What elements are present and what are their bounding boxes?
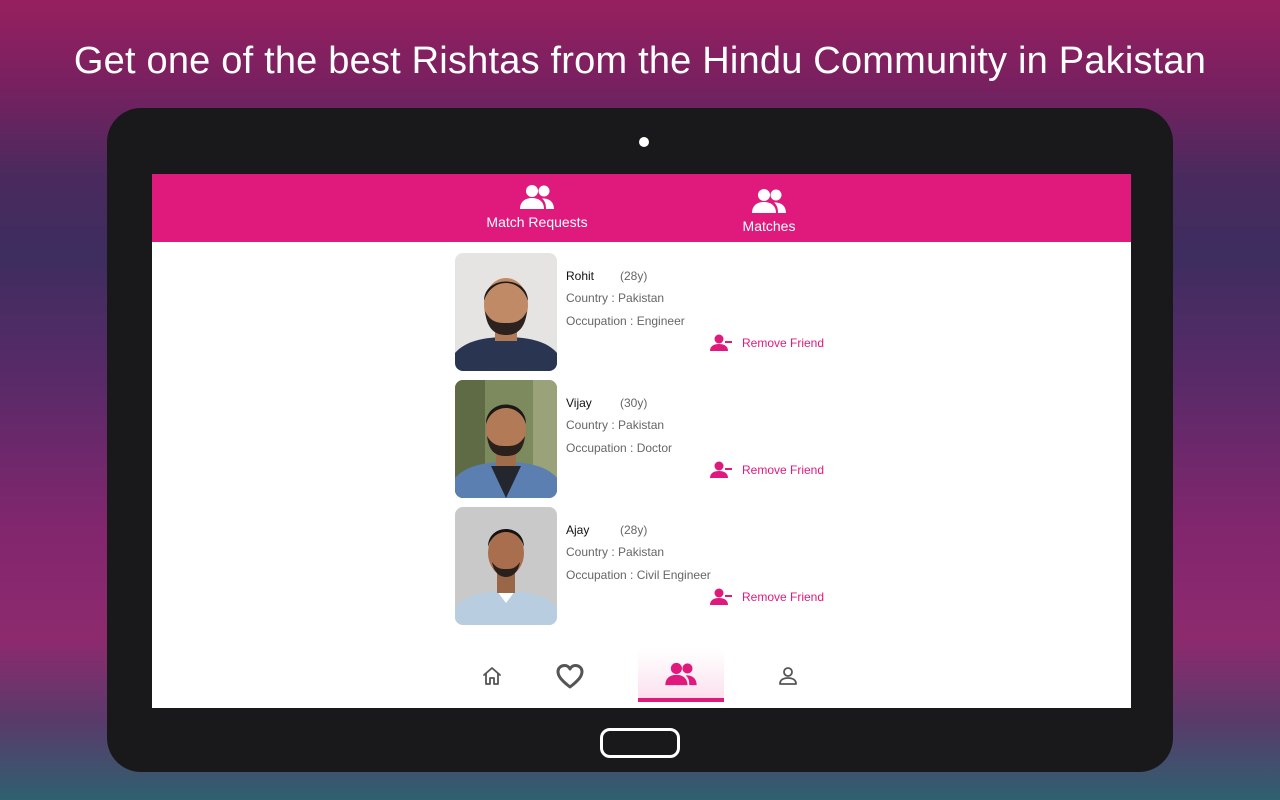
match-card[interactable]: Ajay (28y) Country : Pakistan Occupation… xyxy=(455,507,875,625)
match-age: (28y) xyxy=(620,269,648,283)
match-occupation: Occupation : Engineer xyxy=(566,314,685,328)
match-name: Rohit xyxy=(566,269,595,283)
tab-label: Matches xyxy=(742,218,796,234)
match-card[interactable]: Vijay (30y) Country : Pakistan Occupatio… xyxy=(455,380,875,498)
tablet-home-button xyxy=(600,728,680,758)
heart-icon xyxy=(556,664,584,689)
remove-person-icon xyxy=(710,461,732,478)
nav-matches[interactable] xyxy=(638,650,724,702)
tablet-frame: Match Requests Matches Rohit (28y) Count… xyxy=(107,108,1173,772)
remove-friend-label: Remove Friend xyxy=(742,336,825,350)
app-screen: Match Requests Matches Rohit (28y) Count… xyxy=(152,174,1131,708)
remove-friend-label: Remove Friend xyxy=(742,463,825,477)
group-icon xyxy=(520,185,554,209)
tab-label: Match Requests xyxy=(486,214,588,230)
remove-friend-button[interactable]: Remove Friend xyxy=(710,586,824,608)
top-tab-bar: Match Requests Matches xyxy=(152,174,1131,242)
match-country: Country : Pakistan xyxy=(566,291,665,305)
nav-favorites[interactable] xyxy=(550,658,590,694)
group-icon xyxy=(665,662,697,686)
match-country: Country : Pakistan xyxy=(566,418,665,432)
profile-photo[interactable] xyxy=(455,253,557,371)
profile-photo[interactable] xyxy=(455,507,557,625)
remove-friend-button[interactable]: Remove Friend xyxy=(710,332,824,354)
person-icon xyxy=(779,667,797,685)
match-occupation: Occupation : Civil Engineer xyxy=(566,568,711,582)
match-name: Ajay xyxy=(566,523,590,537)
profile-photo[interactable] xyxy=(455,380,557,498)
match-occupation: Occupation : Doctor xyxy=(566,441,673,455)
match-card[interactable]: Rohit (28y) Country : Pakistan Occupatio… xyxy=(455,253,875,371)
remove-friend-button[interactable]: Remove Friend xyxy=(710,459,824,481)
tab-match-requests[interactable]: Match Requests xyxy=(457,184,617,230)
remove-person-icon xyxy=(710,588,732,605)
home-icon xyxy=(483,667,501,685)
remove-friend-label: Remove Friend xyxy=(742,590,825,604)
camera-dot xyxy=(639,137,649,147)
match-country: Country : Pakistan xyxy=(566,545,665,559)
match-age: (28y) xyxy=(620,523,648,537)
group-icon xyxy=(752,189,786,213)
headline: Get one of the best Rishtas from the Hin… xyxy=(73,40,1207,82)
remove-person-icon xyxy=(710,334,732,351)
bottom-navigation xyxy=(152,648,1131,708)
tab-matches[interactable]: Matches xyxy=(689,188,849,234)
nav-profile[interactable] xyxy=(768,658,808,694)
match-age: (30y) xyxy=(620,396,648,410)
match-name: Vijay xyxy=(566,396,592,410)
nav-home[interactable] xyxy=(472,658,512,694)
